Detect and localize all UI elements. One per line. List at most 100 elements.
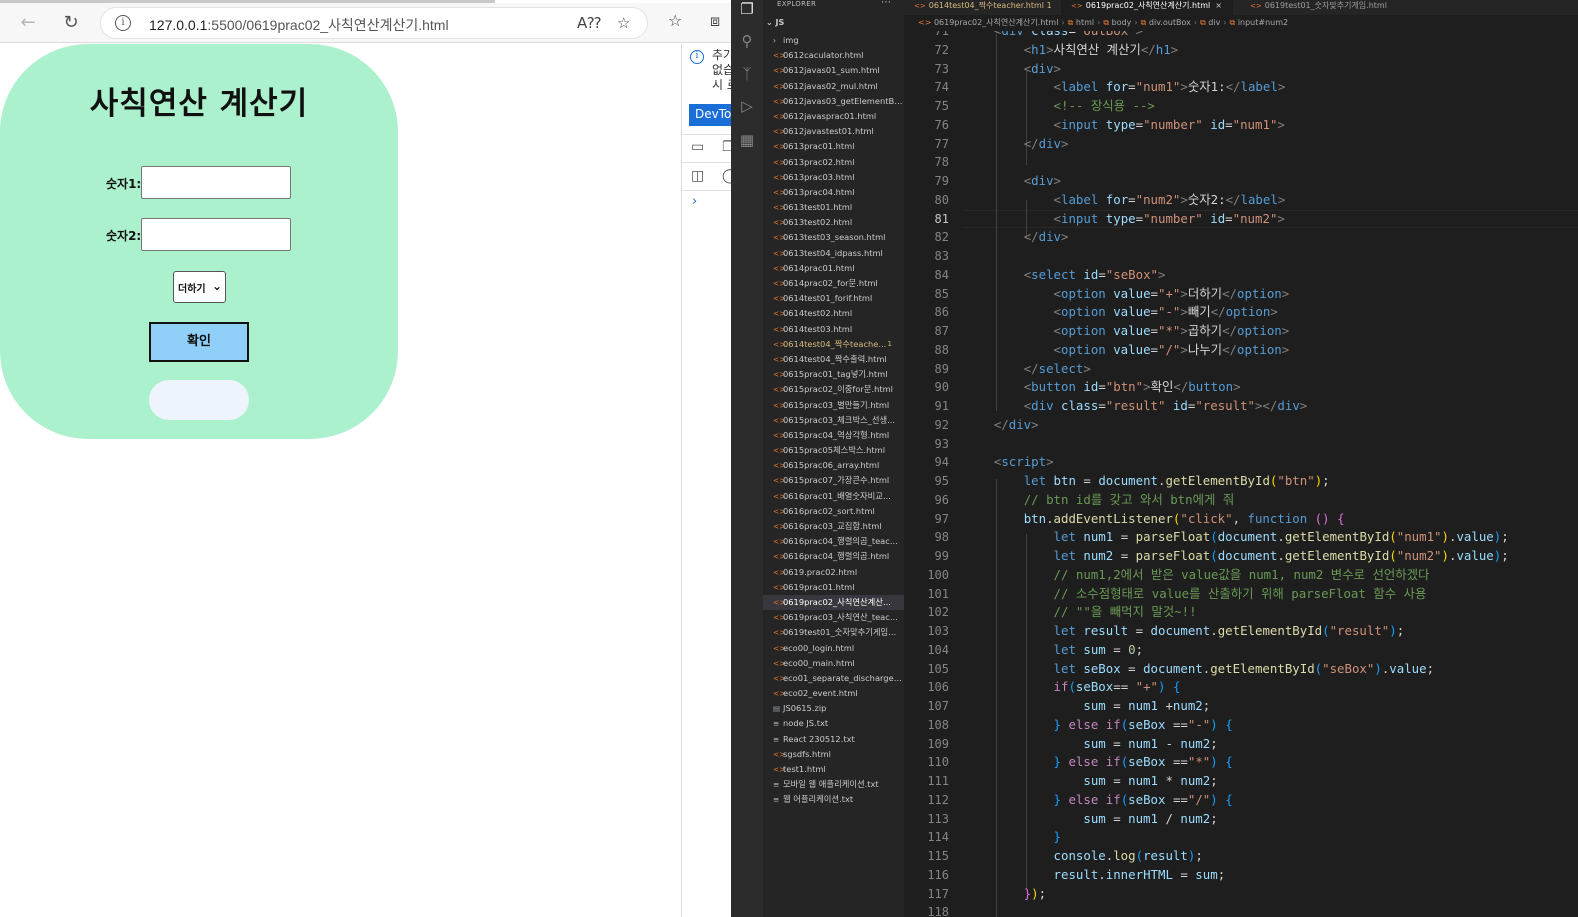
file-item[interactable]: <>0614test04_짝수출력.html [763,352,904,367]
file-item[interactable]: ≡ 모바일 웹 애플리케이션.txt [763,777,904,792]
code-line[interactable]: // num1,2에서 받은 value값을 num1, num2 변수로 선언… [964,566,1430,585]
address-bar[interactable]: i 127.0.0.1:5500/0619prac02_사칙연산계산기.html… [100,7,648,39]
editor-tab[interactable]: <> 0619test01_숫자맞추기게임.html [1240,0,1410,15]
file-item[interactable]: <>0614prac02_for문.html [763,276,904,291]
collections-icon[interactable]: ⧈ [710,11,720,31]
code-line[interactable]: if(seBox== "+") { [964,678,1181,697]
arrow-left-icon[interactable]: ← [16,11,40,35]
file-item[interactable]: <>0619prac01.html [763,580,904,595]
code-line[interactable]: </select> [964,360,1091,379]
url-text[interactable]: 127.0.0.1:5500/0619prac02_사칙연산계산기.html [149,15,449,35]
file-item[interactable]: <>0615prac05체스박스.html [763,443,904,458]
file-item[interactable]: ▤ JS0615.zip [763,701,904,716]
confirm-button[interactable]: 확인 [149,322,249,362]
code-line[interactable]: btn.addEventListener("click", function (… [964,510,1345,529]
code-line[interactable]: <input type="number" id="num1"> [964,116,1285,135]
device-toolbar-icon[interactable]: ▭ [691,139,704,155]
file-item[interactable]: <>0612javas02_mul.html [763,79,904,94]
code-line[interactable]: <option value="-">빼기</option> [964,303,1278,322]
reload-icon[interactable]: ↻ [59,11,83,35]
breadcrumb-item[interactable]: html [1076,18,1094,27]
file-item[interactable]: ≡ 웹 어플리케이션.txt [763,792,904,807]
search-icon[interactable]: ⚲ [738,32,756,50]
code-line[interactable]: </div> [964,135,1069,154]
file-item[interactable]: <>eco00_main.html [763,656,904,671]
file-item[interactable]: <>0615prac01_tag넣기.html [763,367,904,382]
favorites-icon[interactable]: ☆ [668,11,682,30]
breadcrumb-item[interactable]: input#num2 [1238,18,1288,27]
code-line[interactable]: } else if(seBox =="/") { [964,791,1233,810]
file-item[interactable]: <>0612javasprac01.html [763,109,904,124]
favorite-star-icon[interactable]: ☆ [617,14,630,32]
code-line[interactable]: // ""을 빼먹지 말것~!! [964,603,1197,622]
code-line[interactable]: <div> [964,60,1061,79]
file-item[interactable]: <>0616prac04_행렬의곱.html [763,549,904,564]
code-line[interactable]: </div> [964,416,1039,435]
editor-tab[interactable]: <> 0619prac02_사칙연산계산기.html × [1061,0,1233,15]
file-item[interactable]: <>eco01_separate_discharge.h... [763,671,904,686]
file-item[interactable]: <>0619.prac02.html [763,565,904,580]
code-line[interactable]: let btn = document.getElementById("btn")… [964,472,1330,491]
num2-input[interactable] [141,218,291,251]
code-line[interactable]: <script> [964,453,1054,472]
code-line[interactable]: let seBox = document.getElementById("seB… [964,660,1435,679]
file-item[interactable]: <>eco00_login.html [763,641,904,656]
file-item[interactable]: <>test1.html [763,762,904,777]
code-line[interactable]: sum = num1 * num2; [964,772,1217,791]
close-icon[interactable]: × [1215,1,1222,10]
editor-tab[interactable]: <> 0614test04_짝수teacher.html 1 [904,0,1054,15]
code-line[interactable]: // 소수점형태로 value를 산출하기 위해 parseFloat 함수 사… [964,585,1427,604]
file-item[interactable]: ≡ node JS.txt [763,716,904,731]
read-aloud-icon[interactable]: A⁇ [577,14,601,32]
breadcrumb-item[interactable]: div.outBox [1149,18,1191,27]
devtools-button[interactable]: DevToo [689,104,731,126]
code-line[interactable]: <select id="seBox"> [964,266,1166,285]
run-debug-icon[interactable]: ▷ [738,97,756,115]
code-line[interactable]: <input type="number" id="num2"> [964,210,1285,229]
breadcrumb-item[interactable]: body [1112,18,1132,27]
file-item[interactable]: <>0619test01_숫자맞추기게임... [763,625,904,640]
breadcrumb-item[interactable]: 0619prac02_사칙연산계산기.html [934,18,1059,27]
code-line[interactable]: // btn id를 갖고 와서 btn에게 줘 [964,491,1235,510]
extensions-icon[interactable]: ▦ [738,131,756,149]
file-item[interactable]: <>0619prac02_사칙연산계산... [763,594,904,611]
code-line[interactable]: sum = num1 / num2; [964,810,1217,829]
copy-icon[interactable]: ❐ [722,139,731,155]
file-item[interactable]: <>0615prac04_역삼각형.html [763,428,904,443]
code-line[interactable]: </div> [964,228,1069,247]
code-line[interactable]: <label for="num1">숫자1:</label> [964,78,1286,97]
workspace-folder[interactable]: ⌄ JS [766,18,784,27]
code-line[interactable]: <label for="num2">숫자2:</label> [964,191,1286,210]
code-line[interactable]: <!-- 장식용 --> [964,97,1155,116]
file-item[interactable]: <>eco02_event.html [763,686,904,701]
file-item[interactable]: <>0613prac03.html [763,170,904,185]
code-line[interactable]: let result = document.getElementById("re… [964,622,1405,641]
file-item[interactable]: <>0613prac02.html [763,155,904,170]
file-item[interactable]: ≡ React 230512.txt [763,732,904,747]
file-item[interactable]: <>0613test02.html [763,215,904,230]
file-item[interactable]: <>0613test01.html [763,200,904,215]
code-line[interactable]: <option value="*">곱하기</option> [964,322,1290,341]
code-editor[interactable]: 71 72 73 74 75 76 77 78 79 80 81 82 83 84 85 86 87 88 89 90… [904,31,1578,917]
file-item[interactable]: <>0616prac03_교집합.html [763,519,904,534]
file-item[interactable]: <>0612javastest01.html [763,124,904,139]
folder-item[interactable]: › img [763,33,904,48]
file-item[interactable]: <>0612javas01_sum.html [763,63,904,78]
code-line[interactable]: } else if(seBox =="-") { [964,716,1233,735]
file-item[interactable]: <>0615prac03_별만들기.html [763,398,904,413]
code-line[interactable]: }); [964,885,1046,904]
code-line[interactable]: <div> [964,172,1061,191]
file-item[interactable]: <>sgsdfs.html [763,747,904,762]
dock-icon[interactable]: ◫ [691,168,704,184]
file-item[interactable]: <>0614prac01.html [763,261,904,276]
code-line[interactable]: console.log(result); [964,847,1203,866]
code-line[interactable]: <option value="+">더하기</option> [964,285,1290,304]
file-item[interactable]: <>0613test04_idpass.html [763,246,904,261]
file-item[interactable]: <>0613test03_season.html [763,230,904,245]
site-info-icon[interactable]: i [115,15,131,31]
more-actions-icon[interactable]: ⋯ [881,0,891,8]
file-item[interactable]: <>0613prac01.html [763,139,904,154]
file-item[interactable]: <>0612javas03_getElementByI... [763,94,904,109]
file-item[interactable]: <>0613prac04.html [763,185,904,200]
file-item[interactable]: <>0614test02.html [763,306,904,321]
